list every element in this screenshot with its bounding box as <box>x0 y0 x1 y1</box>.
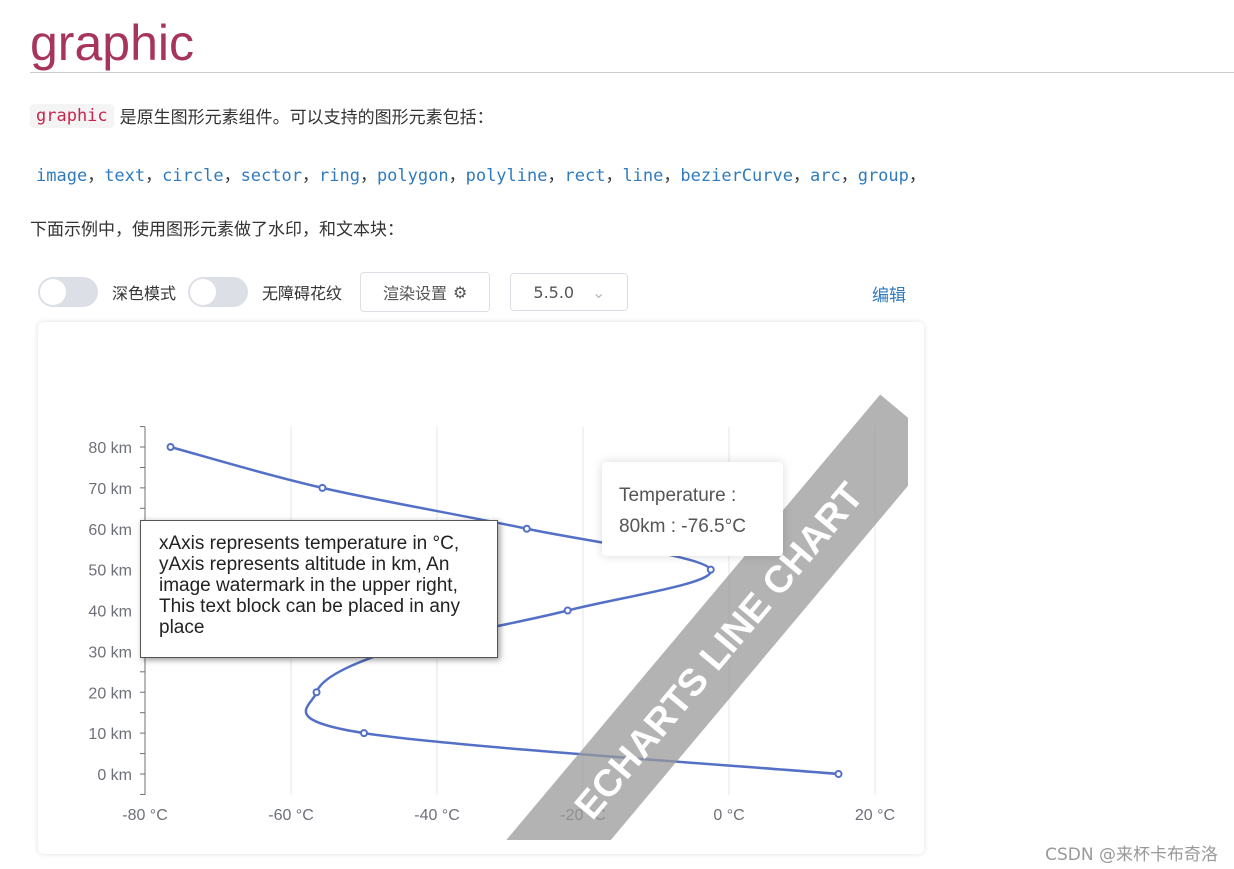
y-tick-label: 80 km <box>88 440 132 457</box>
data-point <box>706 565 715 574</box>
data-point <box>312 688 321 697</box>
data-point <box>166 443 175 451</box>
data-point <box>563 606 572 615</box>
y-tick-label: 0 km <box>97 767 132 784</box>
chart: -80 °C-60 °C-40 °C-20 °C0 °C20 °C0 km10 … <box>88 394 908 840</box>
y-tick-label: 60 km <box>88 522 132 539</box>
data-point <box>360 729 368 738</box>
tooltip-value: 80km : -76.5°C <box>619 516 746 537</box>
y-tick-label: 30 km <box>88 644 132 661</box>
y-tick-label: 50 km <box>88 563 132 580</box>
y-tick-label: 70 km <box>88 481 132 498</box>
x-tick-label: 20 °C <box>855 807 895 824</box>
x-tick-label: 0 °C <box>713 807 744 824</box>
y-tick-label: 10 km <box>88 726 132 743</box>
x-tick-label: -80 °C <box>122 807 168 824</box>
tooltip-title: Temperature : <box>619 485 737 506</box>
data-point <box>318 483 327 492</box>
x-tick-label: -60 °C <box>268 807 314 824</box>
credit: CSDN @来杯卡布奇洛 <box>1045 845 1218 865</box>
data-point <box>522 524 531 533</box>
tooltip: Temperature : 80km : -76.5°C <box>602 462 783 556</box>
y-tick-label: 40 km <box>88 604 132 621</box>
x-tick-label: -40 °C <box>414 807 460 824</box>
y-tick-label: 20 km <box>88 685 132 702</box>
text-block: xAxis represents temperature in °C, yAxi… <box>140 520 498 658</box>
data-point <box>834 770 843 778</box>
